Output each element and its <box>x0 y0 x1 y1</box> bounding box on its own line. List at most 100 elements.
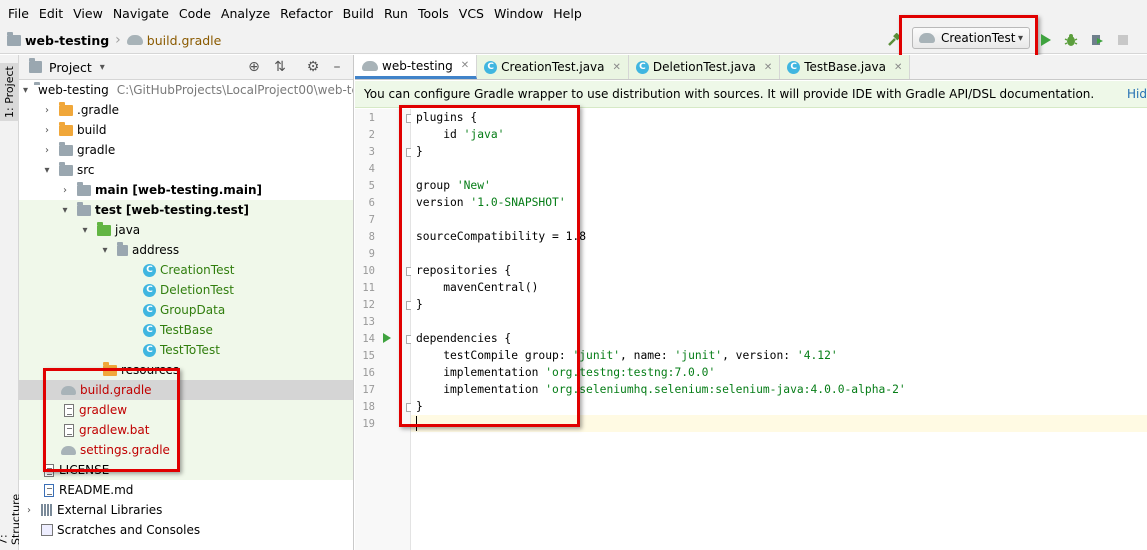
tree-root[interactable]: ▾ web-testing C:\GitHubProjects\LocalPro… <box>19 80 353 100</box>
class-icon: C <box>143 283 156 297</box>
tree-item-testbase[interactable]: C TestBase <box>19 320 353 340</box>
tree-item-build-gradle[interactable]: build.gradle <box>19 380 353 400</box>
stop-icon[interactable] <box>1114 31 1132 49</box>
menu-window[interactable]: Window <box>489 0 548 27</box>
tab-label: DeletionTest.java <box>652 60 756 74</box>
menu-edit[interactable]: Edit <box>34 0 68 27</box>
tree-item-src[interactable]: ▾ src <box>19 160 353 180</box>
chevron-down-icon[interactable]: ▾ <box>41 165 53 176</box>
breadcrumb-file-label: build.gradle <box>146 32 222 48</box>
code-token: group <box>416 179 457 192</box>
gear-icon[interactable]: ⚙ <box>305 59 321 75</box>
tree-item-external-libraries[interactable]: › External Libraries <box>19 500 353 520</box>
gradle-icon <box>362 60 378 71</box>
tree-item-resources[interactable]: resources <box>19 360 353 380</box>
line-number: 6 <box>368 197 375 209</box>
chevron-down-icon[interactable]: ▾ <box>59 205 71 216</box>
debug-icon[interactable] <box>1062 31 1080 49</box>
menu-navigate[interactable]: Navigate <box>108 0 174 27</box>
chevron-down-icon[interactable]: ▾ <box>79 225 91 236</box>
tab-testbase[interactable]: C TestBase.java ✕ <box>780 55 911 79</box>
run-gutter-icon[interactable] <box>383 333 391 343</box>
chevron-right-icon[interactable]: › <box>41 125 53 136</box>
line-number: 1 <box>368 112 375 124</box>
tab-creationtest[interactable]: C CreationTest.java ✕ <box>477 55 629 79</box>
line-number: 10 <box>362 265 375 277</box>
hide-icon[interactable]: – <box>329 59 345 75</box>
notification-hide-link[interactable]: Hid <box>1127 87 1147 101</box>
chevron-right-icon[interactable]: › <box>41 105 53 116</box>
tree-item-build[interactable]: › build <box>19 120 353 140</box>
code-line: mavenCentral() <box>416 281 539 294</box>
folder-icon <box>59 121 73 136</box>
tree-item-label: .gradle <box>77 103 120 117</box>
breadcrumb-project-label: web-testing <box>25 32 110 48</box>
code-line: testCompile group: 'junit', name: 'junit… <box>416 347 838 364</box>
tree-item-settings-gradle[interactable]: settings.gradle <box>19 440 353 460</box>
chevron-down-icon[interactable]: ▾ <box>100 62 105 73</box>
run-icon[interactable] <box>1037 31 1055 49</box>
tree-item-testtotest[interactable]: C TestToTest <box>19 340 353 360</box>
tree-item-creationtest[interactable]: C CreationTest <box>19 260 353 280</box>
chevron-down-icon[interactable]: ▾ <box>99 245 111 256</box>
string-token: 'junit' <box>674 349 723 362</box>
menu-file[interactable]: File <box>3 0 34 27</box>
menu-code[interactable]: Code <box>174 0 216 27</box>
tab-deletiontest[interactable]: C DeletionTest.java ✕ <box>628 55 781 79</box>
tree-item-label: settings.gradle <box>80 443 170 457</box>
tree-item-test[interactable]: ▾ test [web-testing.test] <box>19 200 353 220</box>
tree-item-label: External Libraries <box>57 503 163 517</box>
menu-run[interactable]: Run <box>379 0 413 27</box>
chevron-right-icon[interactable]: › <box>59 185 71 196</box>
menu-tools[interactable]: Tools <box>413 0 454 27</box>
project-view-title[interactable]: Project <box>49 60 92 75</box>
tree-item-address[interactable]: ▾ address <box>19 240 353 260</box>
breadcrumb-file[interactable]: build.gradle <box>126 27 222 54</box>
line-number: 16 <box>362 367 375 379</box>
tree-item-main[interactable]: › main [web-testing.main] <box>19 180 353 200</box>
menu-bar: File Edit View Navigate Code Analyze Ref… <box>0 0 1147 27</box>
close-icon[interactable]: ✕ <box>461 60 469 71</box>
run-with-coverage-icon[interactable] <box>1088 31 1106 49</box>
tree-item-java[interactable]: ▾ java <box>19 220 353 240</box>
tree-item-gradlew[interactable]: gradlew <box>19 400 353 420</box>
breadcrumb-project[interactable]: web-testing <box>7 27 109 54</box>
tree-item-gradle-dir[interactable]: › .gradle <box>19 100 353 120</box>
menu-vcs[interactable]: VCS <box>454 0 489 27</box>
tree-item-readme[interactable]: README.md <box>19 480 353 500</box>
line-number: 11 <box>362 282 375 294</box>
code-line: } <box>416 298 423 311</box>
class-icon: C <box>635 60 649 74</box>
tab-web-testing[interactable]: web-testing ✕ <box>355 55 478 79</box>
folder-icon <box>7 31 21 46</box>
menu-view[interactable]: View <box>68 0 108 27</box>
menu-build[interactable]: Build <box>338 0 379 27</box>
tree-item-gradle[interactable]: › gradle <box>19 140 353 160</box>
tree-item-label: LICENSE <box>59 463 110 477</box>
close-icon[interactable]: ✕ <box>894 62 902 73</box>
tree-item-label: TestToTest <box>160 343 220 357</box>
locate-icon[interactable]: ⊕ <box>246 59 262 75</box>
tree-item-deletiontest[interactable]: C DeletionTest <box>19 280 353 300</box>
menu-refactor[interactable]: Refactor <box>275 0 337 27</box>
close-icon[interactable]: ✕ <box>764 62 772 73</box>
menu-help[interactable]: Help <box>548 0 587 27</box>
gradle-icon <box>61 445 76 455</box>
class-icon: C <box>143 323 156 337</box>
close-icon[interactable]: ✕ <box>613 62 621 73</box>
code-editor[interactable]: plugins { id 'java' } group 'New' versio… <box>411 109 1147 550</box>
chevron-right-icon[interactable]: › <box>23 505 35 516</box>
run-configuration-select[interactable]: CreationTest ▾ <box>912 27 1030 49</box>
string-token: 'java' <box>463 128 505 141</box>
build-hammer-icon[interactable] <box>885 31 903 49</box>
tree-item-groupdata[interactable]: C GroupData <box>19 300 353 320</box>
chevron-down-icon[interactable]: ▾ <box>23 85 28 96</box>
tree-item-gradlew-bat[interactable]: gradlew.bat <box>19 420 353 440</box>
tab-project-tool[interactable]: 1: Project <box>0 63 19 121</box>
menu-analyze[interactable]: Analyze <box>216 0 275 27</box>
collapse-all-icon[interactable]: ⇅ <box>272 59 288 75</box>
tree-item-license[interactable]: LICENSE <box>19 460 353 480</box>
chevron-right-icon[interactable]: › <box>41 145 53 156</box>
tree-item-scratches[interactable]: Scratches and Consoles <box>19 520 353 540</box>
tab-structure-tool[interactable]: 7: Structure <box>0 480 23 545</box>
